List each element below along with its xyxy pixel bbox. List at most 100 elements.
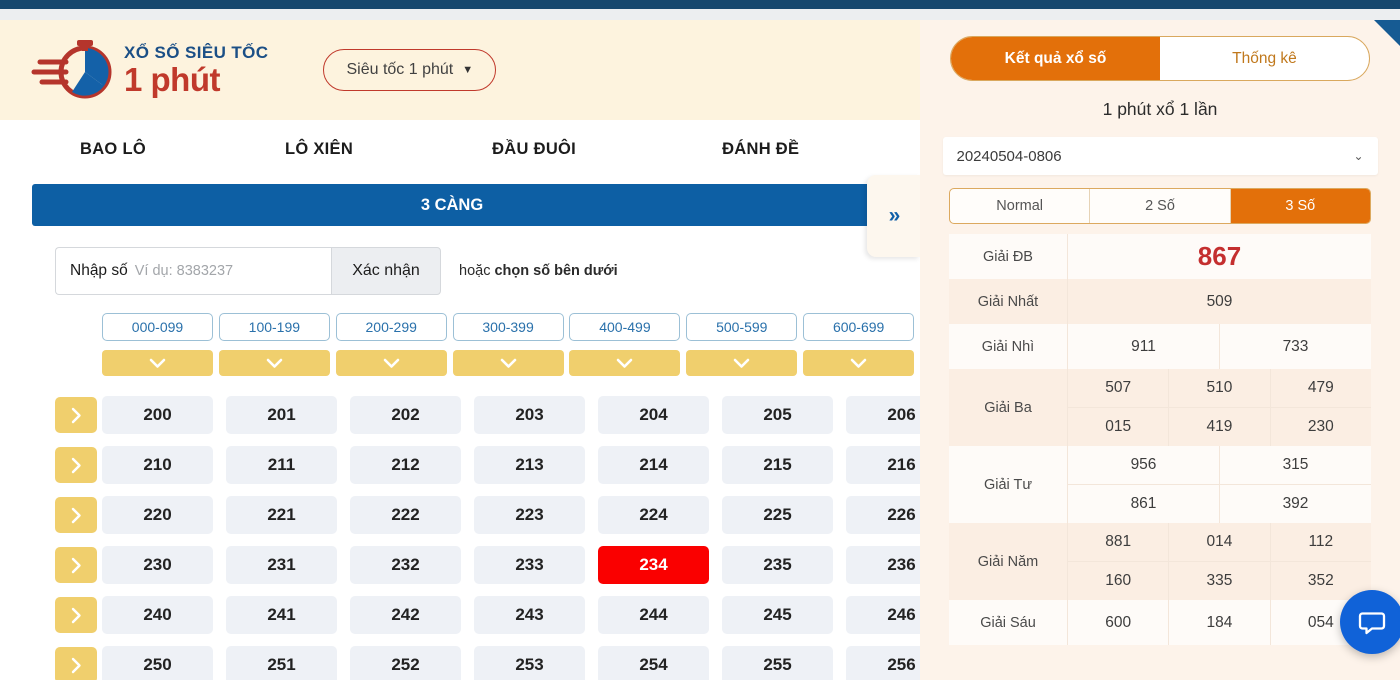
number-cell[interactable]: 216 [846,446,920,484]
number-cell[interactable]: 201 [226,396,337,434]
range-chip-300-399[interactable]: 300-399 [452,313,564,341]
range-chip-600-699[interactable]: 600-699 [803,313,915,341]
range-dropdown-0[interactable] [102,350,213,376]
number-cell[interactable]: 245 [722,596,833,634]
number-cell[interactable]: 246 [846,596,920,634]
range-dropdown-5[interactable] [686,350,798,376]
number-cell[interactable]: 202 [350,396,461,434]
number-cell[interactable]: 242 [350,596,461,634]
corner-accent [1374,20,1400,46]
speed-mode-select[interactable]: Siêu tốc 1 phút ▼ [323,49,497,91]
number-cell[interactable]: 256 [846,646,920,680]
prize-number: 392 [1282,495,1309,512]
number-cell[interactable]: 235 [722,546,833,584]
result-mode-tabs: Normal 2 Số 3 Số [949,188,1371,224]
number-cell[interactable]: 254 [598,646,709,680]
number-cell[interactable]: 225 [722,496,833,534]
mode-tab-2so[interactable]: 2 Số [1090,189,1231,223]
number-cell[interactable]: 240 [102,596,213,634]
chevron-down-icon [149,358,166,368]
number-cell[interactable]: 253 [474,646,585,680]
chat-support-button[interactable] [1340,590,1400,654]
bet-number-input[interactable]: Nhập số Ví dụ: 8383237 [55,247,331,295]
number-cell[interactable]: 206 [846,396,920,434]
prize-value-line: 507 510 479 [1068,369,1371,407]
chevron-right-icon [71,407,81,423]
mode-tab-normal[interactable]: Normal [950,189,1091,223]
prize-label: Giải Nhì [981,338,1035,355]
prize-values: 600 184 054 [1067,600,1371,645]
nav-item-lo-xien[interactable]: LÔ XIÊN [285,140,353,159]
prize-number: 479 [1307,379,1334,396]
prize-label: Giải Năm [977,553,1039,570]
number-cell[interactable]: 221 [226,496,337,534]
range-chip-500-599[interactable]: 500-599 [686,313,798,341]
number-cell[interactable]: 255 [722,646,833,680]
number-cell[interactable]: 214 [598,446,709,484]
prize-number: 184 [1169,600,1271,645]
bet-input-label: Nhập số [70,262,128,279]
number-cell[interactable]: 231 [226,546,337,584]
prize-row: Giải Sáu 600 184 054 [949,600,1371,645]
tab-thong-ke[interactable]: Thống kê [1160,37,1369,80]
range-chip-000-099[interactable]: 000-099 [102,313,213,341]
number-cell[interactable]: 204 [598,396,709,434]
number-cell[interactable]: 210 [102,446,213,484]
chevron-down-icon [733,358,750,368]
prize-number: 230 [1307,418,1334,435]
range-dropdown-6[interactable] [803,350,915,376]
nav-item-danh-de[interactable]: ĐÁNH ĐỀ [722,140,799,159]
row-select-arrow-4[interactable] [55,597,97,633]
mode-tab-3so[interactable]: 3 Số [1230,189,1370,223]
number-cell[interactable]: 222 [350,496,461,534]
prize-values: 867 [1067,234,1371,279]
number-cell[interactable]: 212 [350,446,461,484]
number-cell[interactable]: 203 [474,396,585,434]
stopwatch-icon [30,34,116,106]
range-chip-400-499[interactable]: 400-499 [569,313,681,341]
app-root: XỔ SỐ SIÊU TỐC 1 phút Siêu tốc 1 phút ▼ … [0,0,1400,680]
draw-id-select[interactable]: 20240504-0806 ⌄ [942,137,1378,175]
number-cell-selected[interactable]: 234 [598,546,709,584]
range-chip-100-199[interactable]: 100-199 [218,313,330,341]
number-cell[interactable]: 252 [350,646,461,680]
prize-value-line: 015 419 230 [1068,407,1371,446]
prize-number: 881 [1068,523,1170,561]
number-cell[interactable]: 220 [102,496,213,534]
nav-item-dau-duoi[interactable]: ĐẦU ĐUÔI [492,140,576,159]
row-select-arrow-1[interactable] [55,447,97,483]
number-cell[interactable]: 243 [474,596,585,634]
row-select-arrow-3[interactable] [55,547,97,583]
number-cell[interactable]: 236 [846,546,920,584]
number-cell[interactable]: 230 [102,546,213,584]
expand-sidebar-button[interactable]: » [867,175,920,257]
number-cell[interactable]: 200 [102,396,213,434]
number-cell[interactable]: 233 [474,546,585,584]
number-cell[interactable]: 211 [226,446,337,484]
number-cell[interactable]: 232 [350,546,461,584]
number-cell[interactable]: 215 [722,446,833,484]
number-cell[interactable]: 241 [226,596,337,634]
number-cell[interactable]: 223 [474,496,585,534]
caret-down-icon: ▼ [462,64,474,76]
nav-item-bao-lo[interactable]: BAO LÔ [80,140,146,159]
row-select-arrow-5[interactable] [55,647,97,680]
prize-label: Giải Nhất [977,293,1039,310]
range-dropdown-4[interactable] [569,350,681,376]
range-dropdown-2[interactable] [335,350,447,376]
range-dropdown-3[interactable] [452,350,564,376]
tab-ket-qua-xo-so[interactable]: Kết quả xổ số [951,37,1160,80]
number-cell[interactable]: 205 [722,396,833,434]
row-select-arrow-0[interactable] [55,397,97,433]
number-cell[interactable]: 251 [226,646,337,680]
confirm-button[interactable]: Xác nhận [331,247,441,295]
number-cell[interactable]: 244 [598,596,709,634]
speed-mode-label: Siêu tốc 1 phút [346,61,454,78]
row-select-arrow-2[interactable] [55,497,97,533]
number-cell[interactable]: 213 [474,446,585,484]
number-cell[interactable]: 226 [846,496,920,534]
range-dropdown-1[interactable] [218,350,330,376]
number-cell[interactable]: 250 [102,646,213,680]
number-cell[interactable]: 224 [598,496,709,534]
range-chip-200-299[interactable]: 200-299 [335,313,447,341]
